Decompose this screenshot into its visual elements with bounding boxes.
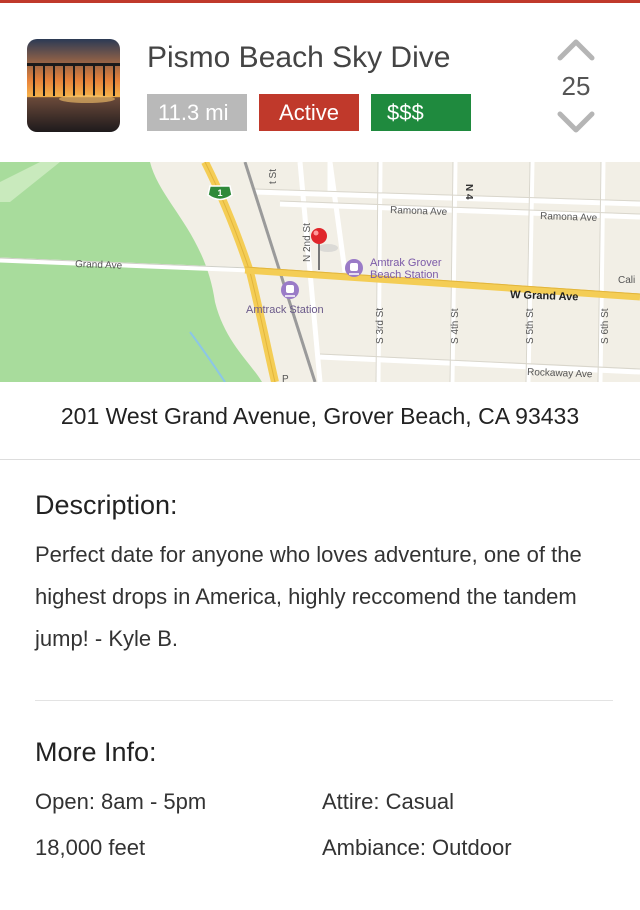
section-divider [35, 700, 613, 701]
status-badge: Active [259, 94, 359, 131]
street-label-s-4th-st: S 4th St [450, 308, 461, 344]
highway-shield-icon: 1 [207, 185, 233, 201]
street-label-ramona-ave-2: Ramona Ave [540, 211, 598, 224]
train-station-icon[interactable] [345, 259, 363, 277]
address-text[interactable]: 201 West Grand Avenue, Grover Beach, CA … [0, 403, 640, 430]
distance-badge: 11.3 mi [147, 94, 247, 131]
street-label-partial-p: P [282, 374, 289, 382]
more-info-heading: More Info: [35, 737, 157, 767]
vote-count: 25 [561, 71, 591, 101]
listing-title: Pismo Beach Sky Dive [147, 41, 451, 74]
price-badge: $$$ [371, 94, 471, 131]
vote-control: 25 [548, 33, 604, 143]
description-text: Perfect date for anyone who loves advent… [35, 542, 582, 651]
listing-header: Pismo Beach Sky Dive 11.3 mi Active $$$ … [0, 3, 640, 162]
location-map[interactable]: Ramona Ave Ramona Ave Grand Ave Rockaway… [0, 162, 640, 382]
street-label-w-grand-ave: W Grand Ave [510, 289, 579, 303]
poi-amtrak-station: Amtrack Station [246, 304, 324, 316]
street-label-s-5th-st: S 5th St [525, 308, 536, 344]
info-open-hours: Open: 8am - 5pm [35, 789, 207, 814]
highway-shield-number: 1 [217, 188, 222, 198]
street-label-ramona-ave-1: Ramona Ave [390, 205, 448, 218]
info-height: 18,000 feet [35, 835, 146, 860]
street-label-n4: N 4 [463, 184, 474, 200]
address-bar: 201 West Grand Avenue, Grover Beach, CA … [0, 382, 640, 460]
train-station-icon[interactable] [281, 281, 299, 299]
info-attire: Attire: Casual [322, 789, 455, 814]
chevron-down-icon[interactable] [557, 111, 595, 135]
chevron-up-icon[interactable] [557, 37, 595, 61]
poi-amtrak-grover-line1: Amtrak Grover [370, 257, 442, 269]
street-label-partial-st: t St [268, 169, 279, 184]
street-label-s-6th-st: S 6th St [600, 308, 611, 344]
street-label-n-2nd-st: N 2nd St [302, 223, 313, 262]
info-ambiance: Ambiance: Outdoor [322, 835, 512, 860]
street-label-rockaway-ave: Rockaway Ave [527, 367, 593, 380]
street-label-grand-ave: Grand Ave [75, 259, 123, 272]
listing-thumbnail[interactable] [27, 39, 120, 132]
street-label-partial-cali: Cali [618, 275, 635, 286]
street-label-s-3rd-st: S 3rd St [375, 308, 386, 344]
description-heading: Description: [35, 490, 178, 520]
poi-amtrak-grover-line2: Beach Station [370, 269, 439, 281]
